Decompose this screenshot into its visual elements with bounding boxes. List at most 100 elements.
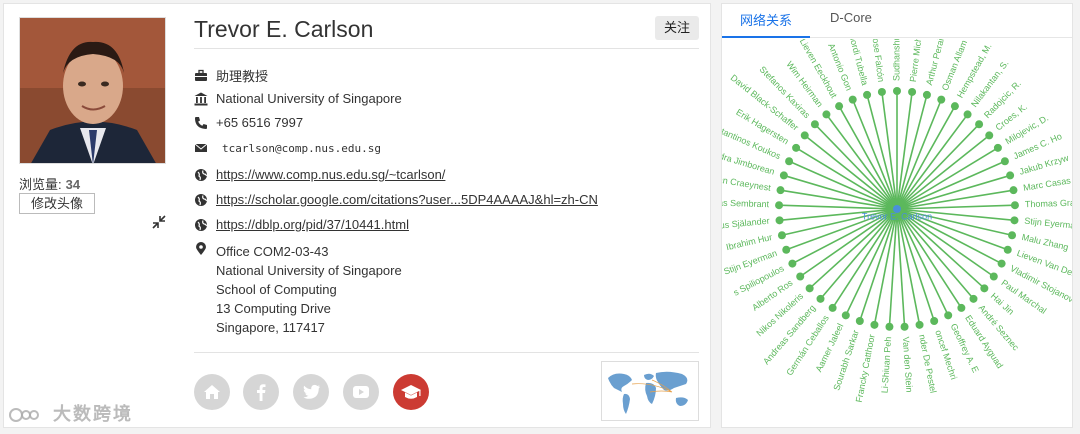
watermark-text: 大数跨境: [53, 404, 134, 424]
coauthor-node[interactable]: [1008, 231, 1017, 240]
globe-icon: [195, 218, 208, 231]
coauthor-node[interactable]: [777, 231, 786, 240]
coauthor-node[interactable]: [848, 95, 857, 104]
coauthor-label[interactable]: Sudhanshu She: [891, 39, 901, 81]
tab-d-core[interactable]: D-Core: [830, 10, 872, 25]
coauthor-edge: [866, 94, 898, 210]
views-count: 34: [65, 177, 81, 192]
coauthor-label[interactable]: Pierre Michaud: [908, 39, 926, 83]
coauthor-node[interactable]: [993, 143, 1002, 152]
coauthor-label[interactable]: Francky Catthoor: [854, 334, 877, 404]
address-line: Office COM2-03-43: [216, 244, 329, 259]
coauthor-node[interactable]: [893, 87, 901, 95]
coauthor-node[interactable]: [1009, 186, 1018, 195]
address-line: 13 Computing Drive: [216, 301, 331, 316]
coauthor-node[interactable]: [1003, 245, 1012, 254]
coauthor-node[interactable]: [1010, 201, 1019, 210]
coauthor-node[interactable]: [985, 131, 994, 140]
home-icon[interactable]: [194, 374, 230, 410]
coauthor-node[interactable]: [863, 90, 872, 99]
coauthor-node[interactable]: [980, 284, 989, 293]
coauthor-node[interactable]: [792, 143, 801, 152]
coauthor-node[interactable]: [997, 259, 1006, 268]
google-scholar-link[interactable]: https://scholar.google.com/citations?use…: [216, 192, 598, 207]
coauthor-node[interactable]: [1006, 171, 1015, 180]
coauthor-node[interactable]: [775, 201, 784, 210]
dblp-row: https://dblp.org/pid/37/10441.html: [194, 217, 409, 232]
coauthor-node[interactable]: [816, 294, 825, 303]
coauthor-node[interactable]: [937, 95, 946, 104]
coauthor-edge: [896, 94, 928, 210]
coauthor-node[interactable]: [944, 311, 953, 320]
coauthor-node[interactable]: [788, 259, 797, 268]
email-text[interactable]: tcarlson@comp.nus.edu.sg: [222, 142, 381, 155]
coauthor-node[interactable]: [922, 90, 931, 99]
coauthor-node[interactable]: [835, 102, 844, 111]
coauthor-label[interactable]: Malu Zhang: [1021, 232, 1070, 252]
coauthor-node[interactable]: [885, 322, 894, 331]
coauthor-node[interactable]: [828, 303, 837, 312]
coauthor-node[interactable]: [975, 120, 984, 129]
facebook-icon[interactable]: [243, 374, 279, 410]
coauthor-node[interactable]: [800, 131, 809, 140]
coauthor-label[interactable]: Thomas Grass: [1025, 197, 1072, 209]
coauthor-node[interactable]: [855, 316, 864, 325]
coauthor-node[interactable]: [810, 120, 819, 129]
coauthor-node[interactable]: [822, 110, 831, 119]
organization-row: National University of Singapore: [194, 91, 402, 106]
coauthor-node[interactable]: [963, 110, 972, 119]
follow-button[interactable]: 关注: [655, 16, 699, 40]
coauthor-node[interactable]: [841, 311, 850, 320]
network-tabs: 网络关系 D-Core: [722, 4, 1072, 38]
coauthor-node[interactable]: [796, 272, 805, 281]
phone-text: +65 6516 7997: [216, 115, 304, 130]
coauthor-node[interactable]: [779, 171, 788, 180]
coauthor-node[interactable]: [805, 284, 814, 293]
coauthor-node[interactable]: [950, 102, 959, 111]
network-panel: 网络关系 D-Core Antonio Gon Jordi Tubella Ayos…: [721, 3, 1073, 428]
change-avatar-button[interactable]: 修改头像: [19, 193, 95, 214]
divider: [194, 352, 699, 353]
phone-icon: [195, 116, 207, 129]
twitter-icon[interactable]: [293, 374, 329, 410]
center-node-label: Trevor E. Carlson: [862, 211, 932, 221]
world-map-thumbnail[interactable]: [601, 361, 699, 421]
coauthor-label[interactable]: nder De Pestel: [917, 334, 938, 394]
coauthor-node[interactable]: [870, 320, 879, 329]
coauthor-node[interactable]: [969, 294, 978, 303]
position-text: 助理教授: [216, 69, 269, 84]
coauthor-label[interactable]: Andreas Sembrant: [722, 197, 770, 209]
youtube-icon[interactable]: [343, 374, 379, 410]
graduation-cap-icon[interactable]: [393, 374, 429, 410]
coauthor-node[interactable]: [1010, 216, 1019, 225]
coauthor-label[interactable]: Stijn Eyerman: [1024, 216, 1072, 231]
coauthor-network-graph[interactable]: Antonio GonJordi Tubella Ayose Falcón Sudh…: [722, 39, 1072, 427]
coauthor-label[interactable]: agnus Själander: [722, 216, 770, 232]
coauthor-node[interactable]: [782, 245, 791, 254]
watermark-logo-icon: [9, 408, 39, 423]
coauthor-node[interactable]: [776, 186, 785, 195]
coauthor-node[interactable]: [915, 320, 924, 329]
coauthor-node[interactable]: [877, 87, 886, 96]
coauthor-label[interactable]: Ibrahim Hur: [725, 232, 773, 252]
coauthor-label[interactable]: Marc Casas: [1022, 175, 1071, 193]
tab-network[interactable]: 网络关系: [740, 10, 792, 29]
dblp-link[interactable]: https://dblp.org/pid/37/10441.html: [216, 217, 409, 232]
homepage-link[interactable]: https://www.comp.nus.edu.sg/~tcarlson/: [216, 167, 445, 182]
coauthor-label[interactable]: Li-Shiuan Peh: [880, 336, 894, 393]
map-pin-icon: [196, 242, 206, 255]
coauthor-node[interactable]: [1000, 157, 1009, 166]
coauthor-node[interactable]: [957, 303, 966, 312]
address-line: Singapore, 117417: [216, 320, 325, 335]
person-name: Trevor E. Carlson: [194, 16, 374, 42]
coauthor-label[interactable]: Van den Stein: [901, 336, 915, 392]
globe-icon: [195, 168, 208, 181]
coauthor-node[interactable]: [989, 272, 998, 281]
coauthor-node[interactable]: [785, 157, 794, 166]
coauthor-node[interactable]: [775, 216, 784, 225]
coauthor-label[interactable]: Ayose Falcón: [869, 39, 886, 83]
coauthor-node[interactable]: [930, 316, 939, 325]
coauthor-node[interactable]: [900, 322, 909, 331]
coauthor-node[interactable]: [908, 87, 917, 96]
collapse-arrows-icon[interactable]: [151, 214, 167, 230]
